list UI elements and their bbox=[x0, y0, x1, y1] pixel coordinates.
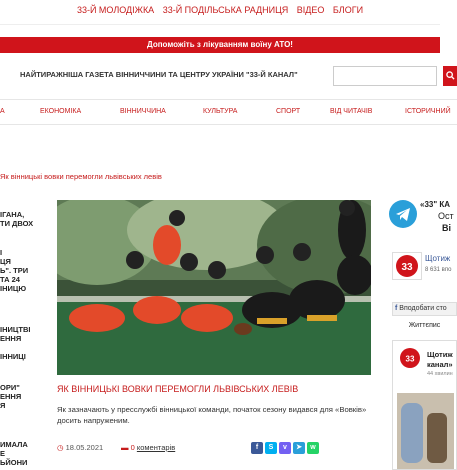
top-nav-item-video[interactable]: ВІДЕО bbox=[297, 5, 325, 15]
article-lede: Як зазначають у пресслужбі вінницької ко… bbox=[57, 405, 367, 425]
channel-logo[interactable]: 33 bbox=[392, 252, 422, 280]
nav-item-sport[interactable]: СПОРТ bbox=[276, 108, 300, 115]
telegram-promo-line3: Ві bbox=[442, 223, 451, 233]
fb-card-image bbox=[397, 393, 454, 469]
site-tagline: НАЙТИРАЖНІША ГАЗЕТА ВІННИЧЧИНИ ТА ЦЕНТРУ… bbox=[20, 70, 298, 79]
nav-item-historical[interactable]: ІСТОРИЧНИЙ bbox=[405, 108, 451, 115]
nav-item-economics[interactable]: ЕКОНОМІКА bbox=[40, 108, 81, 115]
channel-followers: 8 631 впо bbox=[425, 267, 452, 273]
top-nav-item-radnytsia[interactable]: 33-Й ПОДІЛЬСЬКА РАДНИЦЯ bbox=[163, 5, 289, 15]
comments-count: 0 bbox=[130, 443, 135, 452]
headline-line: ІННИЦІ bbox=[0, 352, 26, 361]
facebook-icon[interactable]: f bbox=[251, 442, 263, 454]
top-nav: 33-Й МОЛОДІЖКА 33-Й ПОДІЛЬСЬКА РАДНИЦЯ В… bbox=[0, 5, 440, 15]
channel-avatar-icon: 33 bbox=[400, 348, 420, 368]
telegram-promo-line1[interactable]: «33" КА bbox=[420, 200, 450, 209]
article-photo[interactable] bbox=[57, 200, 371, 375]
comments-icon: ▬ bbox=[121, 443, 129, 452]
headline-line: Ь". ТРИ bbox=[0, 266, 29, 275]
telegram-icon[interactable] bbox=[389, 200, 417, 228]
headline-line: Е bbox=[0, 449, 6, 458]
nav-item-vinnychchyna[interactable]: ВІННИЧЧИНА bbox=[120, 108, 166, 115]
nav-item-culture[interactable]: КУЛЬТУРА bbox=[203, 108, 237, 115]
tab-timeline[interactable]: Життєпис bbox=[392, 322, 457, 329]
headline-line: ІНИЦЮ bbox=[0, 284, 27, 293]
comments-label: коментарів bbox=[136, 443, 176, 452]
left-headline-3[interactable]: ІНИЦТВІ ЕННЯ ІННИЦІ bbox=[0, 325, 30, 361]
breadcrumb: Як вінницькі вовки перемогли львівських … bbox=[0, 172, 162, 181]
fb-card-meta: 44 хвилин bbox=[427, 371, 453, 377]
headline-line: ЕННЯ bbox=[0, 392, 22, 401]
article-date: ◷ 18.05.2021 bbox=[57, 443, 103, 452]
telegram-icon[interactable]: ➤ bbox=[293, 442, 305, 454]
headline-line: ТА 24 bbox=[0, 275, 20, 284]
headline-line: ОРИ" bbox=[0, 383, 20, 392]
whatsapp-icon[interactable]: w bbox=[307, 442, 319, 454]
headline-line: ЬЙОНИ bbox=[0, 458, 28, 467]
fb-card-title-1: Щотиж bbox=[427, 350, 453, 359]
article-title[interactable]: ЯК ВІННИЦЬКІ ВОВКИ ПЕРЕМОГЛИ ЛЬВІВСЬКИХ … bbox=[57, 384, 371, 394]
search-input[interactable] bbox=[333, 66, 437, 86]
facebook-icon: f bbox=[395, 305, 398, 312]
top-nav-item-molodizhka[interactable]: 33-Й МОЛОДІЖКА bbox=[77, 5, 154, 15]
article-date-value: 18.05.2021 bbox=[65, 443, 104, 452]
header-edge bbox=[440, 0, 457, 53]
donation-banner[interactable]: Допоможіть з лікуванням воїну АТО! bbox=[0, 37, 440, 53]
fb-post-card[interactable]: 33 Щотиж канал» 44 хвилин bbox=[392, 340, 457, 470]
channel-name[interactable]: Щотиж bbox=[425, 254, 450, 263]
left-headline-4[interactable]: ОРИ" ЕННЯ Я bbox=[0, 383, 21, 410]
search-icon bbox=[445, 71, 455, 83]
headline-line: ІНИЦТВІ bbox=[0, 325, 31, 334]
article-comments[interactable]: ▬ 0 коментарів bbox=[121, 443, 175, 452]
search-button[interactable] bbox=[443, 66, 457, 86]
headline-line: ЕННЯ bbox=[0, 334, 22, 343]
nav-item-partial[interactable]: А bbox=[0, 108, 5, 115]
fb-like-button[interactable]: f Вподобати сто bbox=[392, 302, 457, 316]
fb-card-title-2: канал» bbox=[427, 360, 453, 369]
headline-line: І bbox=[0, 248, 3, 257]
telegram-promo-line2: Ост bbox=[438, 211, 454, 221]
headline-line: Я bbox=[0, 401, 6, 410]
headline-line: ЦЯ bbox=[0, 257, 11, 266]
left-headline-5[interactable]: ИМАЛА Е ЬЙОНИ bbox=[0, 440, 28, 467]
left-headline-1[interactable]: ІГАНА, ТИ ДВОХ bbox=[0, 210, 33, 228]
left-headline-2[interactable]: І ЦЯ Ь". ТРИ ТА 24 ІНИЦЮ bbox=[0, 248, 28, 293]
headline-line: ІГАНА, bbox=[0, 210, 25, 219]
nav-item-from-readers[interactable]: ВІД ЧИТАЧІВ bbox=[330, 108, 372, 115]
svg-text:33: 33 bbox=[401, 262, 413, 273]
svg-text:33: 33 bbox=[406, 355, 415, 364]
headline-line: ИМАЛА bbox=[0, 440, 28, 449]
headline-line: ТИ ДВОХ bbox=[0, 219, 34, 228]
skype-icon[interactable]: S bbox=[265, 442, 277, 454]
viber-icon[interactable]: v bbox=[279, 442, 291, 454]
top-nav-item-blogs[interactable]: БЛОГИ bbox=[333, 5, 363, 15]
clock-icon: ◷ bbox=[57, 443, 64, 452]
fb-like-label: Вподобати сто bbox=[399, 305, 447, 312]
main-nav: А ЕКОНОМІКА ВІННИЧЧИНА КУЛЬТУРА СПОРТ ВІ… bbox=[0, 99, 457, 125]
